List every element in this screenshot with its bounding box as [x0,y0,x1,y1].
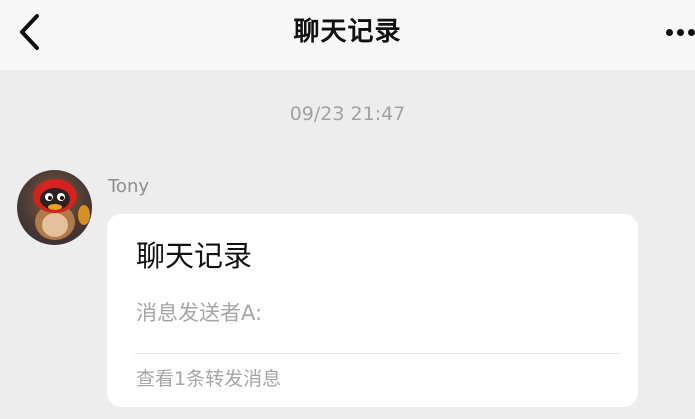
more-button[interactable] [645,14,695,50]
card-preview: 消息发送者A: [136,301,263,325]
more-dots-icon [666,28,695,36]
navigation-bar: 聊天记录 [0,0,695,70]
message-timestamp: 09/23 21:47 [289,103,406,125]
penguin-avatar-icon [33,179,90,240]
forwarded-chat-card[interactable]: 聊天记录 消息发送者A: 查看1条转发消息 [107,214,638,407]
view-forwarded-messages-link[interactable]: 查看1条转发消息 [136,366,281,392]
sender-name: Tony [108,176,150,197]
card-title: 聊天记录 [136,239,253,273]
avatar[interactable] [17,170,92,245]
page-title: 聊天记录 [293,17,402,47]
card-divider [135,353,620,354]
